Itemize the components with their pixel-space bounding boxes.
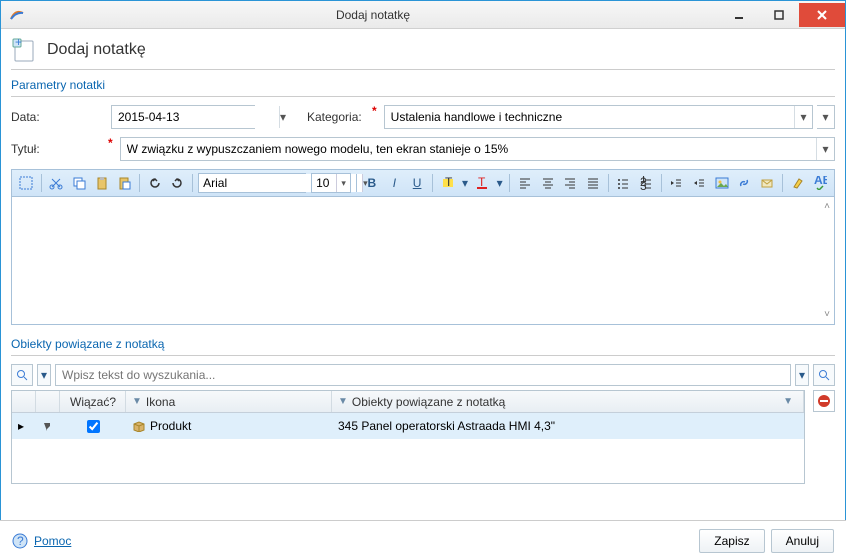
page-title: Dodaj notatkę — [47, 41, 146, 59]
date-label: Data: — [11, 110, 107, 124]
align-left-icon[interactable] — [515, 172, 535, 194]
search-go-icon[interactable] — [813, 364, 835, 386]
title-combo[interactable]: ▾ — [120, 137, 835, 161]
spellcheck-icon[interactable]: ABC — [810, 172, 830, 194]
redo-icon[interactable] — [168, 172, 188, 194]
bullet-list-icon[interactable] — [614, 172, 634, 194]
filter-icon[interactable]: ▼ — [783, 396, 793, 407]
clear-format-icon[interactable] — [788, 172, 808, 194]
note-icon: + — [11, 37, 37, 63]
window-title: Dodaj notatkę — [27, 8, 719, 22]
svg-text:ABC: ABC — [814, 176, 827, 187]
align-center-icon[interactable] — [538, 172, 558, 194]
category-combo[interactable]: ▾ — [384, 105, 813, 129]
indent-icon[interactable] — [689, 172, 709, 194]
help-link[interactable]: Pomoc — [34, 534, 71, 548]
date-combo[interactable]: ▾ — [111, 105, 255, 129]
required-star-icon: * — [372, 104, 377, 118]
svg-text:T: T — [445, 176, 453, 189]
align-justify-icon[interactable] — [583, 172, 603, 194]
help-icon[interactable]: ? — [12, 533, 28, 549]
chevron-down-icon[interactable]: ▾ — [336, 174, 350, 192]
select-all-icon[interactable] — [16, 172, 36, 194]
bold-icon[interactable]: B — [362, 172, 382, 194]
outdent-icon[interactable] — [667, 172, 687, 194]
category-extra-button[interactable]: ▾ — [817, 105, 835, 129]
col-icon[interactable]: ▼Ikona — [126, 391, 332, 412]
italic-icon[interactable]: I — [385, 172, 405, 194]
table-row[interactable]: ▸ Produkt 345 Panel operatorski Astraada… — [12, 413, 804, 439]
underline-icon[interactable]: U — [407, 172, 427, 194]
font-color-icon[interactable]: T — [472, 172, 492, 194]
cut-icon[interactable] — [47, 172, 67, 194]
copy-icon[interactable] — [69, 172, 89, 194]
font-color-dropdown-icon[interactable]: ▾ — [495, 172, 504, 194]
bind-checkbox[interactable] — [87, 420, 100, 433]
richtext-editor[interactable]: ˄ ˅ — [11, 197, 835, 325]
box-icon — [132, 420, 146, 432]
section-links-label: Obiekty powiązane z notatką — [11, 335, 835, 356]
insert-image-icon[interactable] — [712, 172, 732, 194]
font-size-combo[interactable]: ▾ — [311, 173, 351, 193]
title-label: Tytuł: — [11, 142, 107, 156]
app-icon — [7, 5, 27, 25]
number-list-icon[interactable]: 123 — [636, 172, 656, 194]
svg-text:?: ? — [17, 534, 24, 548]
richtext-toolbar: ▾ ▾ B I U T ▾ T ▾ 123 ABC — [11, 169, 835, 197]
search-input[interactable] — [55, 364, 791, 386]
row-obj-label: 345 Panel operatorski Astraada HMI 4,3" — [338, 419, 555, 433]
category-label: Kategoria: — [307, 110, 371, 124]
linked-objects-grid: Wiązać? ▼Ikona ▼Obiekty powiązane z nota… — [11, 390, 805, 484]
font-name-combo[interactable]: ▾ — [198, 173, 306, 193]
col-handle — [12, 391, 36, 412]
save-button[interactable]: Zapisz — [699, 529, 764, 553]
undo-icon[interactable] — [145, 172, 165, 194]
col-pin — [36, 391, 60, 412]
svg-text:+: + — [15, 37, 22, 49]
chevron-down-icon[interactable]: ▾ — [279, 106, 286, 128]
close-button[interactable] — [799, 3, 845, 27]
chevron-down-icon[interactable]: ▾ — [816, 138, 834, 160]
search-dropdown-icon[interactable]: ▾ — [37, 364, 51, 386]
paste-icon[interactable] — [92, 172, 112, 194]
maximize-button[interactable] — [759, 3, 799, 27]
required-star-icon: * — [108, 136, 113, 150]
link-icon[interactable] — [735, 172, 755, 194]
delete-row-button[interactable] — [813, 390, 835, 412]
cancel-button[interactable]: Anuluj — [771, 529, 834, 553]
col-obj[interactable]: ▼Obiekty powiązane z notatką▼ — [332, 391, 804, 412]
footer: ? Pomoc Zapisz Anuluj — [0, 520, 846, 560]
search-icon[interactable] — [11, 364, 33, 386]
attachment-icon[interactable] — [757, 172, 777, 194]
titlebar: Dodaj notatkę — [1, 1, 845, 29]
pin-icon[interactable] — [36, 421, 60, 431]
scroll-up-icon[interactable]: ˄ — [824, 201, 830, 212]
chevron-down-icon[interactable]: ▾ — [794, 106, 812, 128]
date-input[interactable] — [112, 106, 279, 128]
filter-icon[interactable]: ▼ — [338, 396, 348, 407]
row-icon-label: Produkt — [150, 419, 191, 433]
font-size-input[interactable] — [312, 174, 336, 192]
highlight-icon[interactable]: T — [438, 172, 458, 194]
highlight-dropdown-icon[interactable]: ▾ — [460, 172, 469, 194]
minimize-button[interactable] — [719, 3, 759, 27]
filter-icon[interactable]: ▼ — [132, 396, 142, 407]
scroll-down-icon[interactable]: ˅ — [824, 309, 830, 320]
title-input[interactable] — [121, 138, 816, 160]
section-params-label: Parametry notatki — [11, 76, 835, 97]
row-indicator-icon: ▸ — [12, 419, 36, 433]
category-input[interactable] — [385, 106, 794, 128]
col-bind[interactable]: Wiązać? — [60, 391, 126, 412]
align-right-icon[interactable] — [560, 172, 580, 194]
paste-special-icon[interactable] — [114, 172, 134, 194]
search-options-icon[interactable]: ▾ — [795, 364, 809, 386]
